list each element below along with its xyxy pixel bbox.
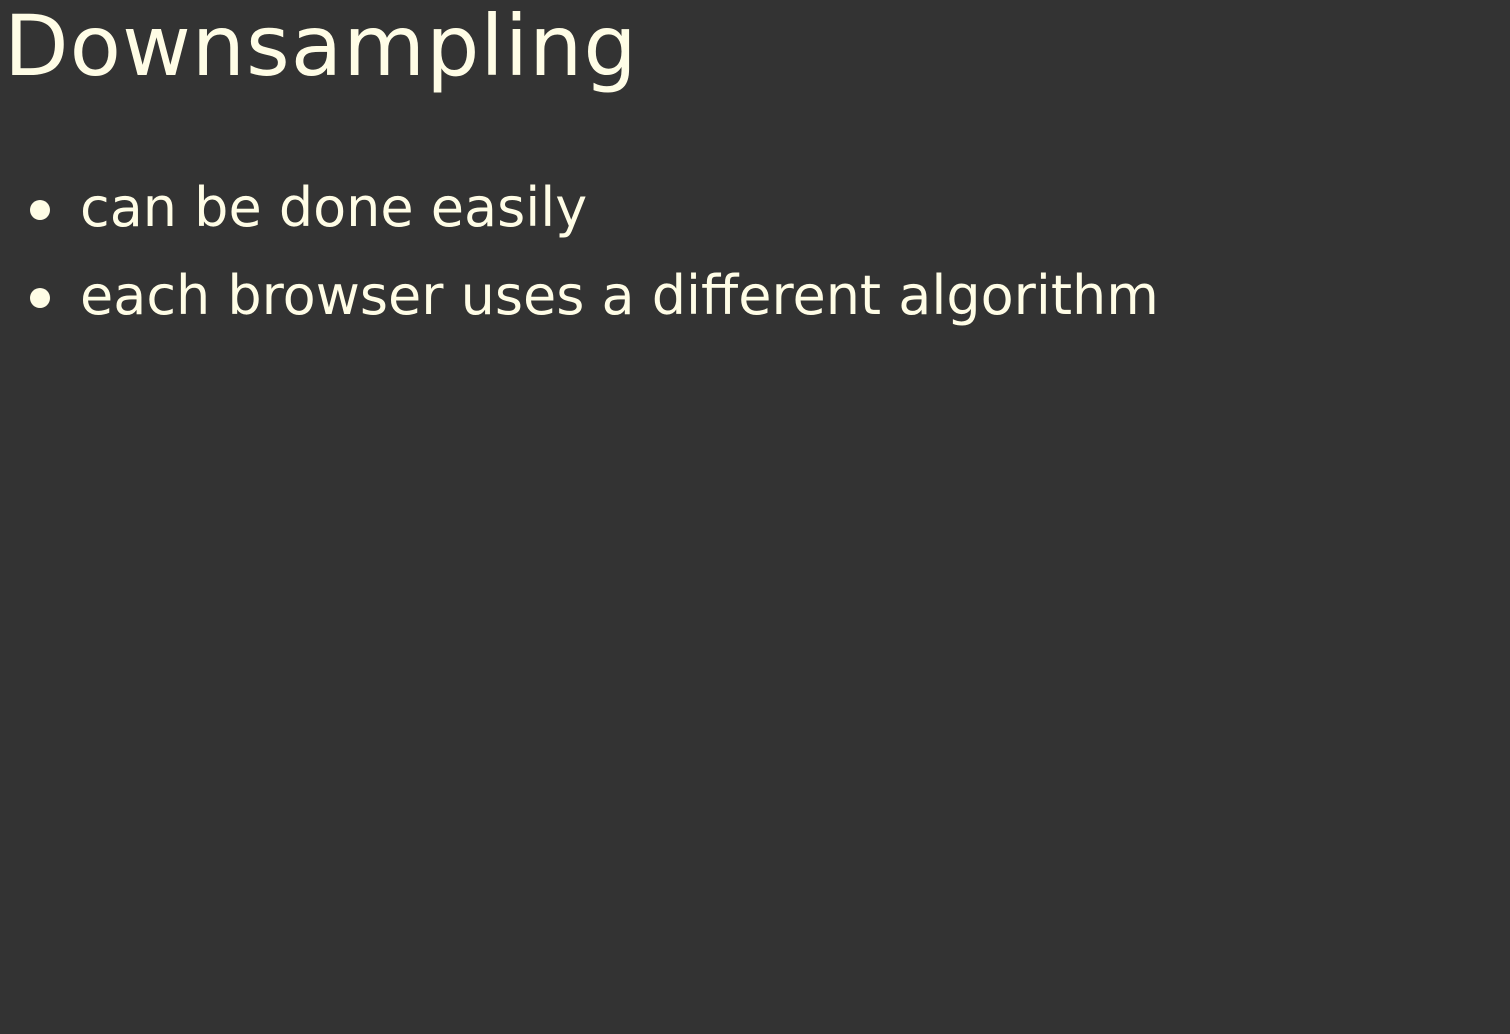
bullet-text: can be done easily [80, 176, 588, 239]
slide-title: Downsampling [4, 0, 638, 95]
presentation-slide: Downsampling can be done easily each bro… [0, 0, 1510, 1034]
bullet-dot-icon [30, 200, 50, 220]
bullet-text: each browser uses a different algorithm [80, 264, 1159, 327]
bullet-item: can be done easily [0, 168, 1159, 256]
bullet-list: can be done easily each browser uses a d… [0, 168, 1159, 344]
bullet-item: each browser uses a different algorithm [0, 256, 1159, 344]
bullet-dot-icon [30, 288, 50, 308]
